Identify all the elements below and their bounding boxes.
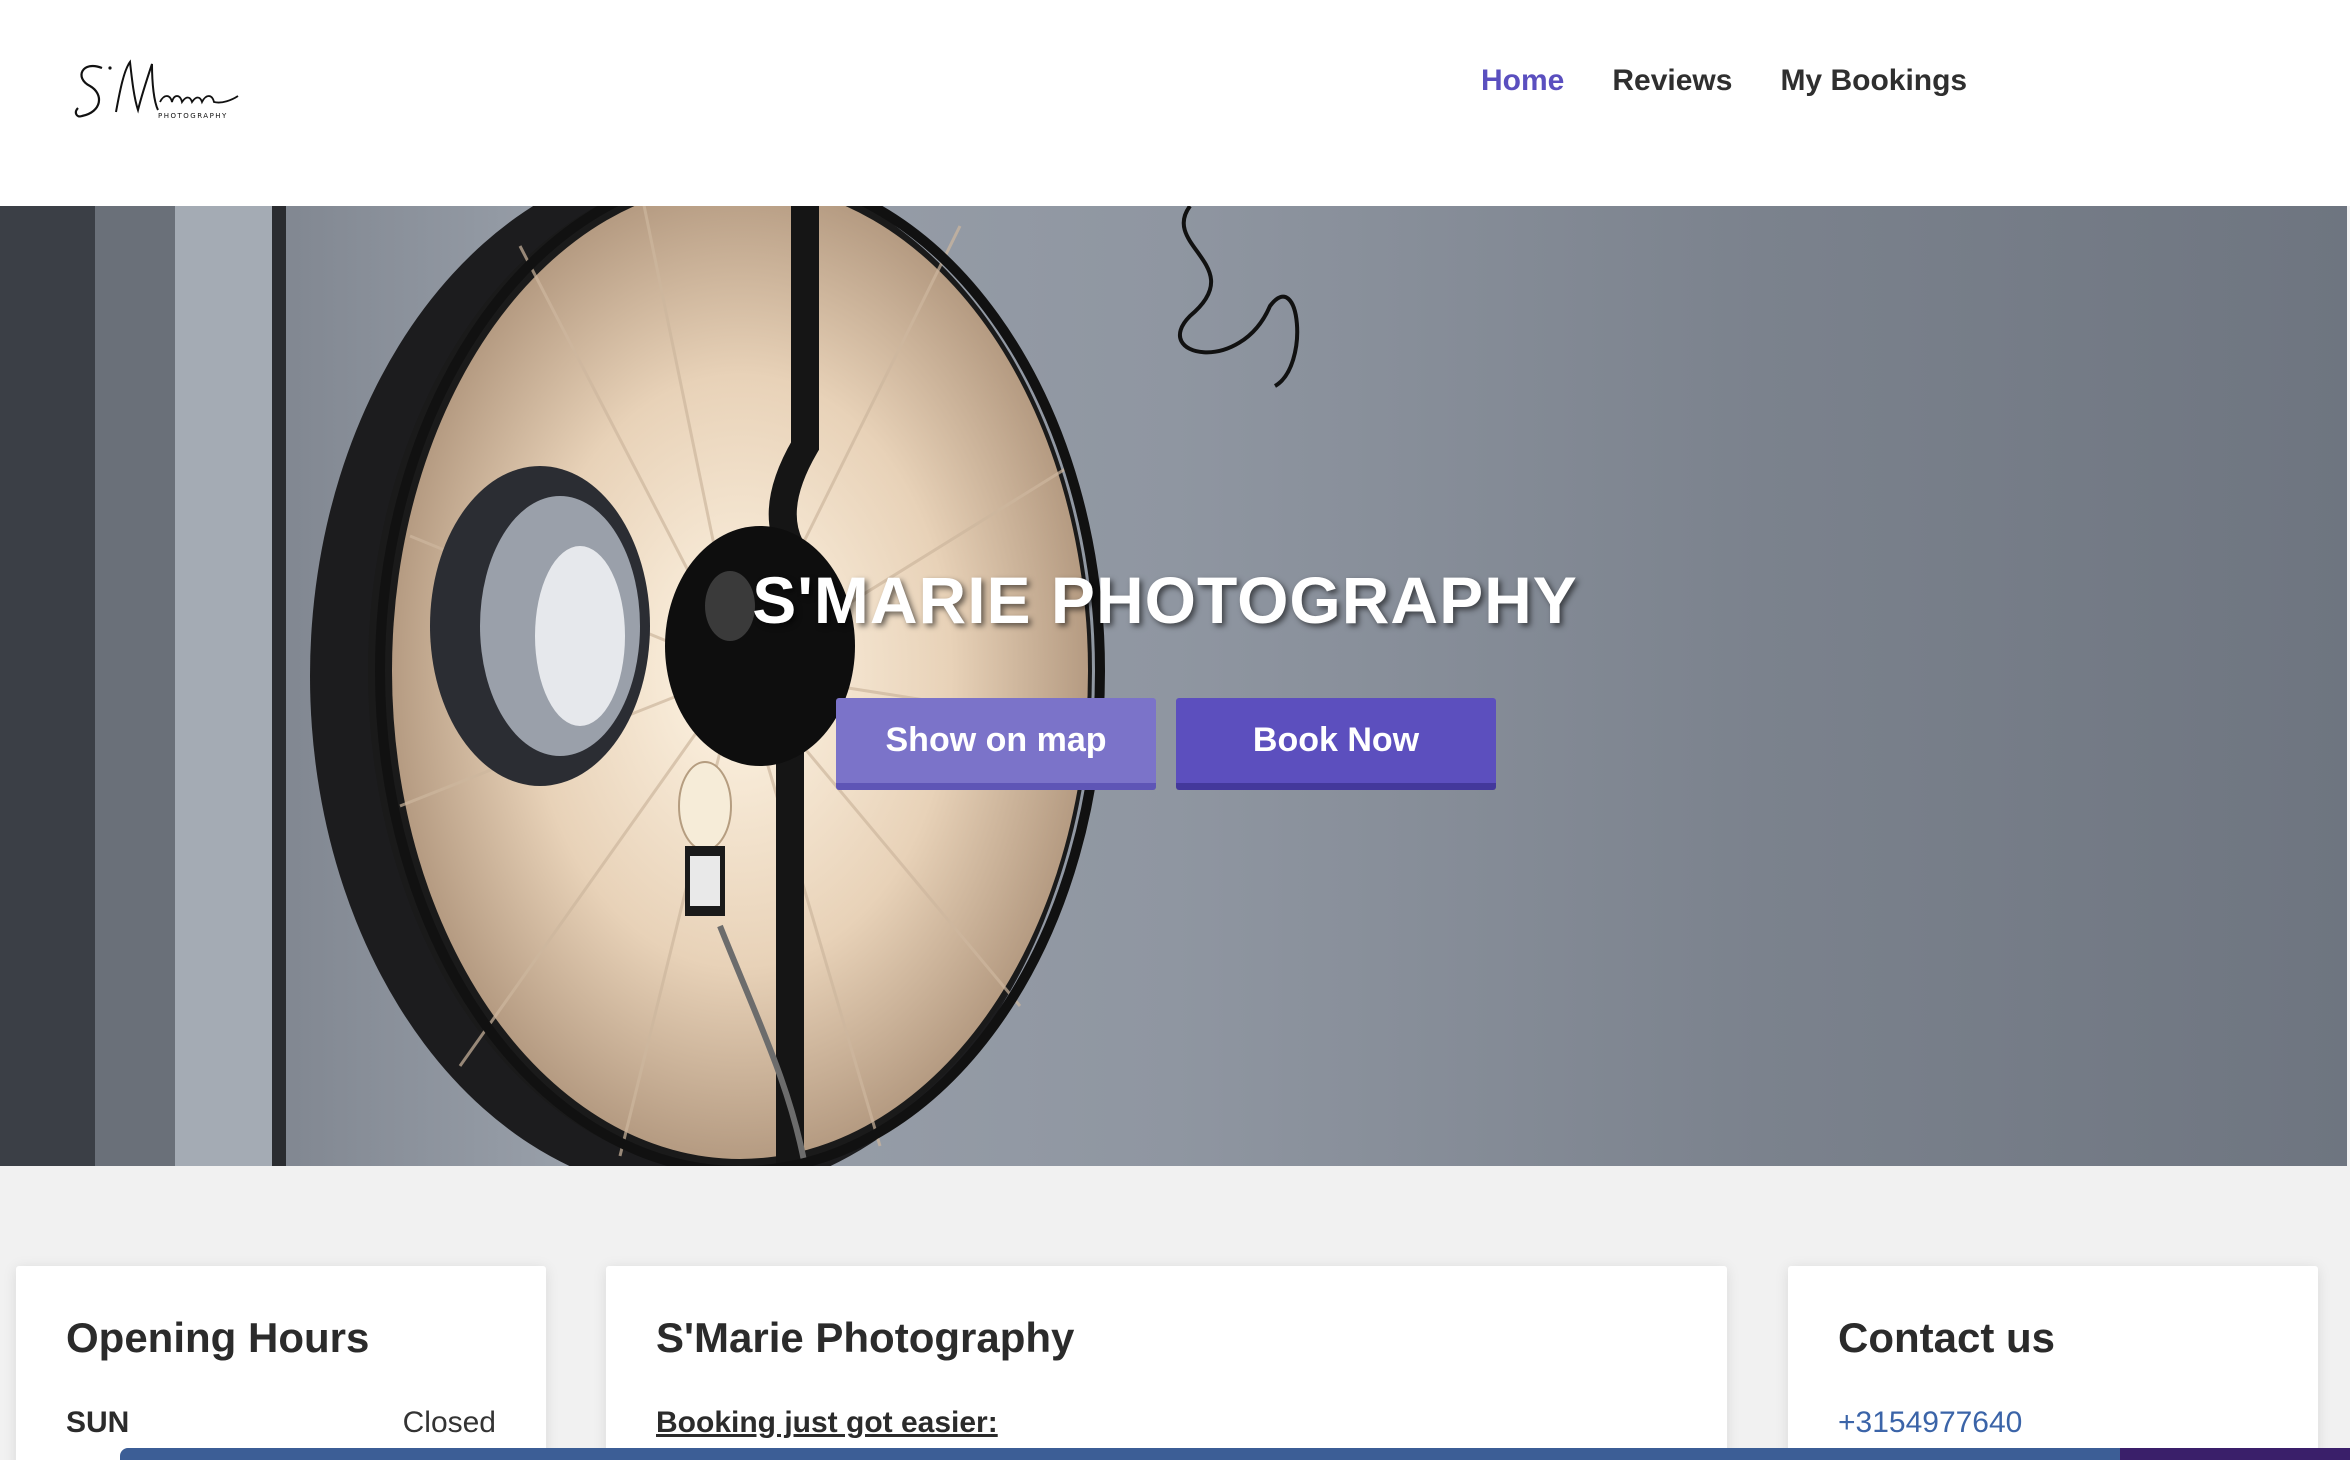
brand-logo[interactable]: PHOTOGRAPHY	[72, 50, 242, 130]
contact-card: Contact us +3154977640	[1788, 1266, 2318, 1460]
hero-title: S'MARIE PHOTOGRAPHY	[752, 563, 1578, 637]
bottom-bar-accent	[2120, 1448, 2350, 1460]
about-subtitle: Booking just got easier:	[656, 1406, 998, 1439]
hours-day: SUN	[66, 1406, 130, 1439]
studio-lamp-image	[0, 206, 1300, 1166]
about-title: S'Marie Photography	[656, 1314, 1075, 1361]
opening-hours-title: Opening Hours	[66, 1314, 370, 1361]
hours-row: SUN Closed	[66, 1406, 496, 1440]
contact-title: Contact us	[1838, 1314, 2056, 1361]
svg-text:PHOTOGRAPHY: PHOTOGRAPHY	[158, 112, 228, 120]
hero-banner: S'MARIE PHOTOGRAPHY Show on map Book Now	[0, 206, 2347, 1166]
nav-reviews-link[interactable]: Reviews	[1612, 56, 1732, 106]
about-card: S'Marie Photography Booking just got eas…	[606, 1266, 1727, 1460]
hours-value: Closed	[402, 1406, 496, 1439]
opening-hours-card: Opening Hours SUN Closed	[16, 1266, 546, 1460]
site-header: PHOTOGRAPHY Home Reviews My Bookings	[0, 0, 2350, 206]
signature-logo-icon: PHOTOGRAPHY	[74, 59, 239, 120]
main-nav: Home Reviews My Bookings	[1481, 56, 1967, 106]
show-on-map-button[interactable]: Show on map	[836, 698, 1156, 790]
contact-phone-link[interactable]: +3154977640	[1838, 1406, 2022, 1440]
bottom-bar	[120, 1448, 2180, 1460]
nav-my-bookings-link[interactable]: My Bookings	[1780, 56, 1967, 106]
nav-home-link[interactable]: Home	[1481, 56, 1564, 106]
book-now-button[interactable]: Book Now	[1176, 698, 1496, 790]
hero-actions: Show on map Book Now	[836, 698, 1496, 790]
